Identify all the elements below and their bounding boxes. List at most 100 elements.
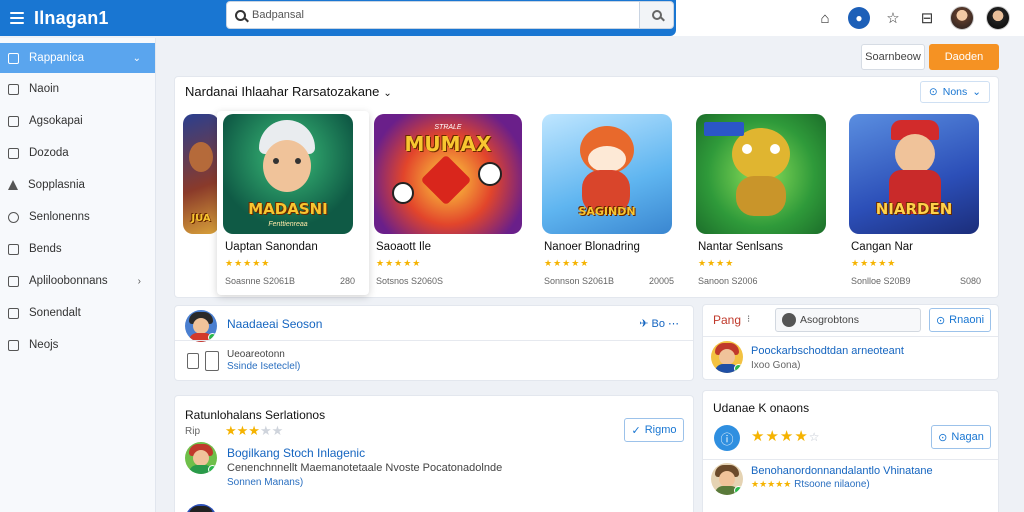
post-sub[interactable]: Sonnen Manans) [227,477,303,488]
game-meta: Sonnson S2061B [544,276,615,286]
avatar[interactable] [185,504,217,512]
search-button[interactable] [640,1,674,29]
game-name: Uaptan Sanondan [225,241,318,253]
attach-icon [782,313,796,327]
search-input[interactable] [252,9,612,21]
post-card: Ratunlohalans Serlationos Rip ★★★★★ ✓ Rig… [174,395,694,512]
sidebar-item-neojs[interactable]: Neojs [0,329,155,361]
app-logo[interactable]: Ilnagan1 [34,8,109,29]
sidebar-item-label: Sonendalt [29,307,81,319]
search-bar[interactable] [226,1,640,29]
search-area [226,0,676,36]
sidebar-item-label: Naoin [29,83,60,95]
reply-button[interactable]: ⊙ Rnaoni [929,308,991,332]
home-icon [8,83,19,95]
post-line: Ueoareotonn [227,349,285,360]
chevron-down-icon: ⌄ [972,86,982,98]
search-icon [235,9,246,21]
game-card[interactable]: JUA [179,111,219,295]
post-action-button[interactable]: ✓ Rigmo [624,418,684,442]
sidebar-item-label: Agsokapai [29,115,83,127]
star-icon[interactable]: ☆ [882,7,904,29]
game-meta: Sotsnos S2060S [376,276,444,286]
featured-panel: Nardanai Ihlaahar Rarsatozakane ⌄ ⊙ Nons … [174,76,999,298]
sidebar-item-agsokapai[interactable]: Agsokapai [0,105,155,137]
game-thumbnail: MUMAX STRALE [374,114,522,234]
sidebar-item-senlonenns[interactable]: Senlonenns [0,201,155,233]
reply-label: Pang [713,313,742,327]
post-sub[interactable]: Ssinde Iseteclel) [227,361,300,372]
search-icon [651,10,662,20]
game-card[interactable]: Nantar Senlsans ★★★★ Sanoon S2006 [690,111,842,295]
lock-icon[interactable]: ⊟ [916,7,938,29]
sidebar-item-label: Senlonenns [29,211,90,223]
avatar[interactable] [185,442,217,474]
sidebar-item-label: Rappanica [29,52,84,64]
check-icon: ✓ [631,424,641,437]
game-meta: Sanoon S2006 [698,276,758,286]
top-icons: ⌂ ● ☆ ⊟ [814,3,1010,33]
sidebar-item-naoin[interactable]: Naoin [0,73,155,105]
user-avatar[interactable] [950,6,974,30]
post-author[interactable]: Naadaeai Seoson [227,317,322,331]
game-card[interactable]: NIARDEN Cangan Nar ★★★★★ Sonlloe S20B9 S… [843,111,995,295]
game-card[interactable]: SAGINDN Nanoer Blonadring ★★★★★ Sonnson … [536,111,688,295]
game-thumbnail: JUA [183,114,219,234]
sidebar-item-label: Apliloobonnans [29,275,108,287]
home-icon[interactable]: ⌂ [814,7,836,29]
sidebar-item-label: Dozoda [29,147,69,159]
menu-icon[interactable] [10,12,24,24]
sidebar-item-sopplasnia[interactable]: Sopplasnia [0,169,155,201]
sidebar-item-sonendalt[interactable]: Sonendalt [0,297,155,329]
game-meta-value: 280 [339,276,355,286]
sidebar-item-apliloobonnans[interactable]: Apliloobonnans › [0,265,155,297]
post-title: Ratunlohalans Serlationos [185,408,326,422]
checkbox-icon[interactable] [187,353,199,369]
game-meta-value: S080 [959,276,981,286]
divider [703,336,998,337]
primary-action-button[interactable]: Daoden [929,44,999,70]
avatar[interactable] [711,463,743,495]
sidebar-item-label: Sopplasnia [28,179,85,191]
search-icon: ⊙ [928,86,938,98]
info-icon[interactable]: ⓘ [714,425,740,451]
search-icon: ⊙ [938,431,948,444]
chevron-right-icon: › [137,275,141,287]
apps-icon [8,275,19,287]
grid-icon [8,115,19,127]
game-card[interactable]: MADASNI Fenttienreaa Uaptan Sanondan ★★★… [217,111,369,295]
avatar[interactable] [711,341,743,373]
game-thumbnail: SAGINDN [542,114,672,234]
sidebar-item-label: Bends [29,243,62,255]
reply-sub: Ixoo Gona) [751,360,801,371]
more-dropdown-button[interactable]: ⊙ Nons ⌄ [920,81,990,103]
avatar[interactable] [185,310,217,342]
game-meta: Soasnne S2061B [225,276,296,286]
review-author[interactable]: Benohanordonnandalantlo Vhinatane [751,465,933,477]
reviews-button[interactable]: ⊙ Nagan [931,425,991,449]
notification-icon[interactable]: ● [848,7,870,29]
game-card[interactable]: MUMAX STRALE Saoaott Ile ★★★★★ Sotsnos S… [368,111,522,295]
game-meta-value: 20005 [648,276,674,286]
profile-avatar[interactable] [986,6,1010,30]
featured-title[interactable]: Nardanai Ihlaahar Rarsatozakane ⌄ [185,84,392,99]
post-actions-icons[interactable]: ✈ Bo ⋯ [639,317,679,330]
sidebar-item-bends[interactable]: Bends [0,233,155,265]
chart-icon [8,180,18,190]
rating-stars: ★★★★☆ [751,428,821,445]
secondary-action-button[interactable]: Soarnbeow [861,44,925,70]
reply-input[interactable]: Asogrobtons [775,308,921,332]
divider [175,340,693,341]
game-thumbnail [696,114,826,234]
post-author[interactable]: Bogilkang Stoch Inlagenic [227,446,365,460]
rating-stars: ★★★★★ [851,258,897,268]
review-sub: ★★★★★ Rtsoone nilaone) [751,479,870,490]
rating-stars: ★★★★ [698,258,735,268]
sidebar-item-rappanica[interactable]: Rappanica ⌄ [0,43,155,73]
reviews-title: Udanae K onaons [713,401,810,415]
reply-author[interactable]: Poockarbschodtdan arneoteant [751,345,904,357]
reply-panel: Pang ⁝ Asogrobtons ⊙ Rnaoni Poockarbschod… [702,304,999,380]
sidebar-item-dozoda[interactable]: Dozoda [0,137,155,169]
doc-icon [8,339,19,351]
file-icon [205,351,219,371]
